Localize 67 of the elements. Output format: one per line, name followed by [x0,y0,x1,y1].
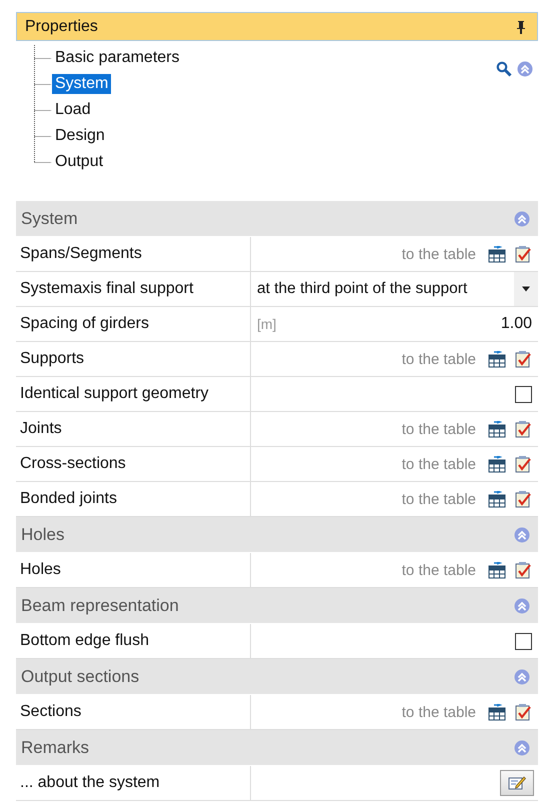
tree-item[interactable]: Output [52,152,106,172]
clipboard-check-icon[interactable] [514,561,532,579]
unit-label: [m] [257,316,276,332]
edit-button[interactable] [500,770,534,796]
property-label: Spans/Segments [16,237,251,271]
section-header[interactable]: Output sections [16,659,538,695]
table-icon[interactable] [488,246,506,262]
section-title: Holes [21,524,64,544]
clipboard-check-icon[interactable] [514,490,532,508]
clipboard-check-icon[interactable] [514,420,532,438]
tree-connector [34,97,52,123]
tree-connector [34,71,52,97]
tree-item[interactable]: Load [52,100,94,120]
dropdown-field[interactable]: at the third point of the support [251,272,538,306]
section-header[interactable]: Remarks [16,730,538,766]
tree-item[interactable]: System [52,74,112,94]
property-label: ... about the system [16,766,251,800]
checkbox[interactable] [515,386,532,402]
clipboard-check-icon[interactable] [514,350,532,368]
tree-item[interactable]: Basic parameters [52,48,182,68]
section-title: Remarks [21,738,90,758]
section-title: System [21,208,78,228]
collapse-icon[interactable] [514,526,530,542]
table-icon[interactable] [488,704,506,720]
table-icon[interactable] [488,456,506,472]
table-icon[interactable] [488,350,506,368]
section-header[interactable]: Holes [16,517,538,553]
clipboard-check-icon[interactable] [514,703,532,721]
collapse-icon[interactable] [514,668,530,684]
table-link[interactable]: to the table [402,246,476,262]
pin-icon[interactable] [515,20,527,34]
section-header[interactable]: System [16,201,538,237]
collapse-icon[interactable] [514,740,530,756]
property-label: Bottom edge flush [16,624,251,658]
table-link[interactable]: to the table [402,420,476,438]
collapse-icon[interactable] [514,210,530,226]
table-icon[interactable] [488,490,506,508]
property-label: Joints [16,412,251,446]
property-label: Supports [16,342,251,376]
property-label: Spacing of girders [16,307,251,341]
table-link[interactable]: to the table [402,490,476,508]
table-link[interactable]: to the table [402,456,476,472]
property-label: Holes [16,553,251,587]
table-link[interactable]: to the table [402,562,476,578]
section-title: Output sections [21,666,140,686]
tree-item[interactable]: Design [52,126,108,146]
table-link[interactable]: to the table [402,350,476,368]
tree-connector [34,45,52,71]
checkbox[interactable] [515,632,532,650]
panel-title: Properties [25,18,98,36]
property-label: Systemaxis final support [16,272,251,306]
section-header[interactable]: Beam representation [16,588,538,624]
clipboard-check-icon[interactable] [514,455,532,473]
table-icon[interactable] [488,420,506,438]
collapse-icon[interactable] [514,598,530,614]
section-title: Beam representation [21,596,179,616]
value-field[interactable]: 1.00 [500,315,532,333]
property-label: Sections [16,695,251,729]
clipboard-check-icon[interactable] [514,245,532,263]
property-label: Cross-sections [16,447,251,481]
note-pencil-icon [508,775,526,791]
property-label: Identical support geometry [16,377,251,411]
table-link[interactable]: to the table [402,704,476,720]
property-label: Bonded joints [16,482,251,516]
table-icon[interactable] [488,562,506,578]
collapse-all-icon[interactable] [517,61,533,77]
search-icon[interactable] [496,61,512,77]
